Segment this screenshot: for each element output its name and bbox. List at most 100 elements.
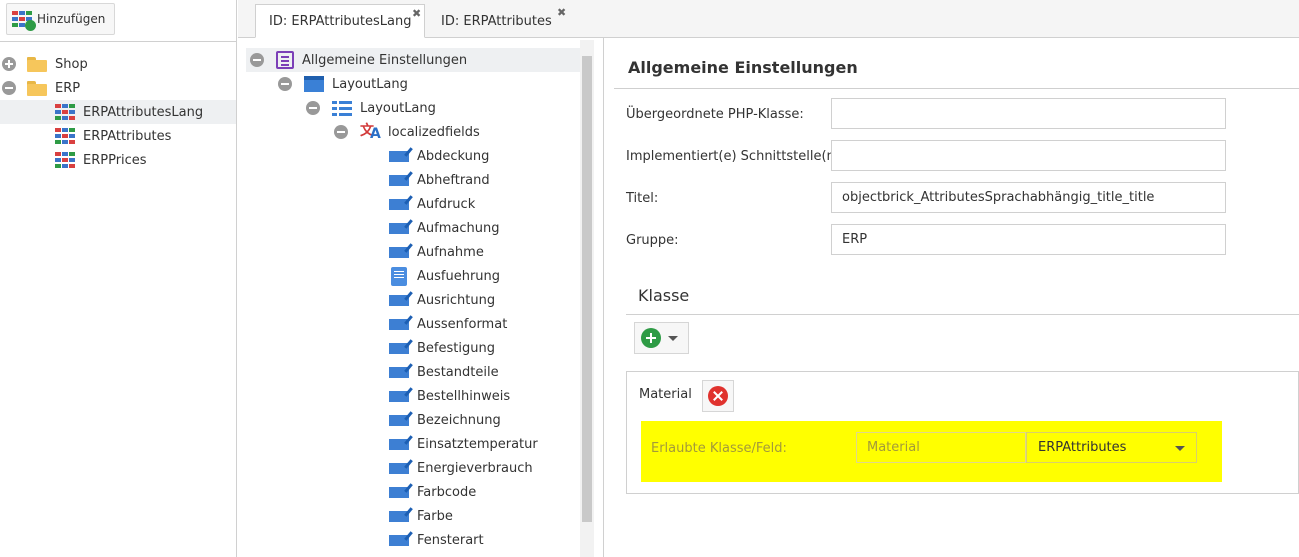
input-field-icon [389, 318, 409, 330]
titel-input[interactable]: objectbrick_AttributesSprachabhängig_tit… [831, 182, 1226, 213]
close-icon[interactable]: ✖ [412, 7, 421, 20]
interfaces-label: Implementiert(e) Schnittstelle(n): [626, 149, 845, 164]
field-label: Ausrichtung [417, 292, 496, 308]
layout-tree: Allgemeine Einstellungen LayoutLang Layo… [246, 38, 596, 557]
delete-button[interactable] [702, 380, 734, 412]
layout-node-root[interactable]: Allgemeine Einstellungen [246, 48, 580, 72]
allowed-field-value: ERPAttributes [1038, 440, 1127, 455]
add-button-label: Hinzufügen [37, 12, 106, 26]
field-node[interactable]: Aufmachung [389, 216, 499, 240]
collapse-icon[interactable] [334, 125, 348, 139]
field-node[interactable]: Aufdruck [389, 192, 475, 216]
tab-label: ID: ERPAttributesLang [269, 13, 412, 29]
input-field-icon [389, 414, 409, 426]
field-node[interactable]: Bestellhinweis [389, 384, 510, 408]
objectbrick-icon [55, 128, 75, 144]
field-node[interactable]: Energieverbrauch [389, 456, 533, 480]
field-node[interactable]: Bestandteile [389, 360, 499, 384]
panel-divider [603, 38, 604, 557]
tree-item-erpprices[interactable]: ERPPrices [0, 148, 237, 172]
field-label: Abheftrand [417, 172, 490, 188]
folder-icon [27, 80, 47, 96]
field-node[interactable]: Abheftrand [389, 168, 490, 192]
collapse-icon[interactable] [306, 101, 320, 115]
section-divider [614, 88, 1299, 89]
close-icon[interactable]: ✖ [557, 6, 566, 19]
objectbrick-icon [55, 152, 75, 168]
tree-item-label: ERPAttributes [83, 128, 172, 144]
collapse-icon[interactable] [278, 77, 292, 91]
interfaces-input[interactable] [831, 140, 1226, 171]
tab-erpattributeslang[interactable]: ID: ERPAttributesLang ✖ [255, 4, 425, 38]
titel-label: Titel: [626, 191, 659, 206]
input-field-icon [389, 438, 409, 450]
gruppe-label: Gruppe: [626, 233, 679, 248]
textarea-field-icon [391, 266, 407, 286]
layout-node-layoutlang-1[interactable]: LayoutLang [246, 72, 408, 96]
tree-scrollbar-thumb[interactable] [582, 56, 592, 522]
tree-item-shop[interactable]: Shop [0, 52, 237, 76]
objectbrick-tree-panel: Hinzufügen Shop ERP ERPAttributesLang ER… [0, 0, 237, 557]
field-label: Abdeckung [417, 148, 490, 164]
input-field-icon [389, 366, 409, 378]
collapse-icon[interactable] [250, 53, 264, 67]
tree-item-erpattributeslang[interactable]: ERPAttributesLang [0, 100, 236, 124]
chevron-down-icon[interactable] [1175, 446, 1185, 451]
left-toolbar: Hinzufügen [0, 0, 236, 42]
tree-item-label: Shop [55, 56, 88, 72]
field-label: Farbcode [417, 484, 477, 500]
allowed-field-select[interactable]: ERPAttributes [1026, 432, 1197, 463]
input-field-icon [389, 174, 409, 186]
gruppe-input[interactable]: ERP [831, 224, 1226, 255]
field-label: Aufnahme [417, 244, 484, 260]
input-field-icon [389, 198, 409, 210]
field-node[interactable]: Ausrichtung [389, 288, 495, 312]
add-icon [641, 328, 661, 348]
tree-item-label: ERP [55, 80, 81, 96]
field-label: Aussenformat [417, 316, 508, 332]
field-label: Bezeichnung [417, 412, 501, 428]
layout-node-label: LayoutLang [332, 76, 408, 92]
klasse-heading: Klasse [638, 286, 690, 305]
collapse-icon[interactable] [2, 81, 16, 95]
field-node[interactable]: Ausfuehrung [389, 264, 500, 288]
settings-form: Allgemeine Einstellungen Übergeordnete P… [614, 38, 1299, 557]
tree-item-erpattributes[interactable]: ERPAttributes [0, 124, 237, 148]
field-node[interactable]: Aussenformat [389, 312, 507, 336]
field-node[interactable]: Befestigung [389, 336, 495, 360]
input-field-icon [389, 294, 409, 306]
tab-erpattributes[interactable]: ID: ERPAttributes ✖ [428, 4, 568, 38]
parent-class-input[interactable] [831, 98, 1226, 129]
folder-icon [27, 56, 47, 72]
field-node[interactable]: Abdeckung [389, 144, 489, 168]
field-node[interactable]: Einsatztemperatur [389, 432, 538, 456]
input-field-icon [389, 390, 409, 402]
allowed-class-display: Material [856, 432, 1026, 463]
field-label: Einsatztemperatur [417, 436, 538, 452]
field-node[interactable]: Farbcode [389, 480, 476, 504]
field-node[interactable]: Aufnahme [389, 240, 484, 264]
layout-node-layoutlang-2[interactable]: LayoutLang [246, 96, 436, 120]
chevron-down-icon[interactable] [668, 335, 678, 341]
material-panel-title: Material [639, 387, 692, 402]
field-label: Befestigung [417, 340, 495, 356]
field-label: Ausfuehrung [417, 268, 501, 284]
tree-item-erp[interactable]: ERP [0, 76, 237, 100]
allowed-class-field-label: Erlaubte Klasse/Feld: [651, 441, 787, 456]
add-button[interactable]: Hinzufügen [6, 3, 115, 35]
field-node[interactable]: Bezeichnung [389, 408, 501, 432]
field-label: Aufdruck [417, 196, 476, 212]
add-class-split-button[interactable] [634, 322, 689, 354]
input-field-icon [389, 246, 409, 258]
input-field-icon [389, 150, 409, 162]
field-label: Fensterart [417, 532, 484, 548]
panel-layout-icon [304, 76, 324, 92]
objectbrick-icon [55, 104, 75, 120]
field-node[interactable]: Fensterart [389, 528, 484, 552]
expand-icon[interactable] [2, 57, 16, 71]
app-root: Hinzufügen Shop ERP ERPAttributesLang ER… [0, 0, 1299, 557]
field-label: Energieverbrauch [417, 460, 533, 476]
field-node[interactable]: Farbe [389, 504, 453, 528]
layout-node-localizedfields[interactable]: 文 A localizedfields [246, 120, 480, 144]
input-field-icon [389, 462, 409, 474]
